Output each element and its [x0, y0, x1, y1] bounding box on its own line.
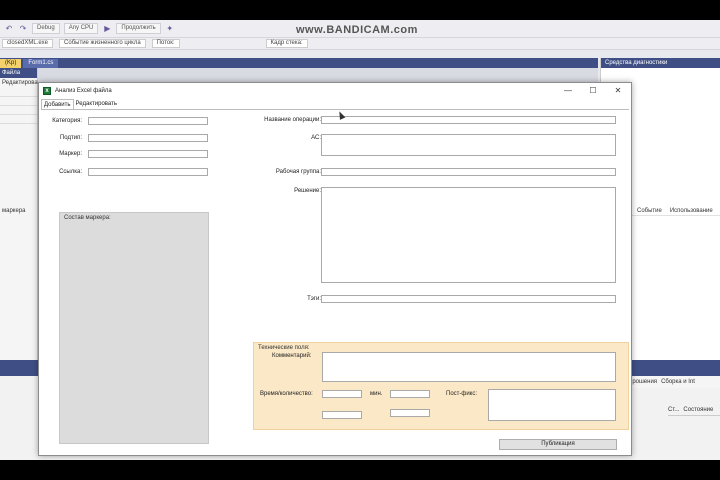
left-panel-row	[0, 115, 37, 124]
column-event[interactable]: Событие	[637, 206, 662, 215]
play-icon[interactable]: ▶	[102, 24, 112, 34]
category-label: Категория:	[52, 118, 82, 124]
dialog-titlebar[interactable]: x Анализ Excel файла — ☐ ✕	[39, 83, 631, 99]
technical-fields-group: Технические поля: Комментарий: Время/кол…	[253, 342, 629, 430]
operation-name-input[interactable]	[321, 116, 616, 124]
as-textarea[interactable]	[321, 134, 616, 156]
quantity-input-2[interactable]	[390, 409, 430, 417]
postfix-label: Пост-фикс:	[446, 391, 478, 397]
bottom-right-tabs: Прошения Сборка и Int	[628, 376, 720, 388]
doc-tab-form1[interactable]: Form1.cs	[23, 59, 59, 68]
technical-fields-title: Технические поля:	[258, 345, 310, 351]
marker-composition-title: Состав маркера:	[64, 215, 111, 221]
excel-analysis-dialog: x Анализ Excel файла — ☐ ✕ Добавить Реда…	[38, 82, 632, 456]
left-panel: Файла Редактировать маркера	[0, 68, 43, 378]
solution-textarea[interactable]	[321, 187, 616, 283]
diagnostics-header: Средства диагностики	[601, 58, 720, 68]
tab-add[interactable]: Добавить	[41, 99, 74, 109]
config-combo[interactable]: Debug	[32, 23, 60, 34]
comment-textarea[interactable]	[322, 352, 616, 382]
left-panel-label: маркера	[2, 208, 26, 214]
comment-label: Комментарий:	[272, 353, 312, 359]
document-tabs: (Kp) Form1.cs	[0, 58, 598, 68]
undo-icon[interactable]: ↶	[4, 24, 14, 34]
time-input-2[interactable]	[322, 411, 362, 419]
workgroup-input[interactable]	[321, 168, 616, 176]
publish-button[interactable]: Публикация	[499, 439, 617, 450]
doc-tab-designer[interactable]: (Kp)	[0, 59, 22, 68]
maximize-button[interactable]: ☐	[584, 86, 602, 96]
left-panel-tab[interactable]: Редактировать	[0, 78, 43, 88]
marker-composition-box: Состав маркера:	[59, 212, 209, 444]
stack-frame-combo[interactable]: Кадр стека:	[265, 39, 308, 48]
subtype-label: Подтип:	[59, 135, 82, 141]
redo-icon[interactable]: ↷	[18, 24, 28, 34]
vs-debug-row: closedXML.exe Событие жизненного цикла П…	[0, 38, 720, 50]
column-state[interactable]: Состояние	[683, 404, 713, 415]
dialog-title: Анализ Excel файла	[55, 88, 112, 94]
continue-button[interactable]: Продолжить	[116, 23, 161, 34]
column-usage[interactable]: Использование	[670, 206, 713, 215]
subtype-input[interactable]	[88, 134, 208, 142]
workgroup-label: Рабочая группа:	[275, 169, 321, 175]
tab-edit[interactable]: Редактировать	[74, 99, 119, 109]
lifecycle-event-combo[interactable]: Событие жизненного цикла	[59, 39, 146, 48]
process-combo[interactable]: closedXML.exe	[2, 39, 54, 48]
tab-build[interactable]: Сборка и Int	[661, 376, 695, 388]
platform-combo[interactable]: Any CPU	[63, 23, 99, 34]
close-button[interactable]: ✕	[609, 86, 627, 96]
as-label: АС:	[311, 135, 321, 141]
recorder-watermark: www.BANDICAM.com	[296, 24, 418, 36]
bottom-right-columns: Ст... Состояние	[668, 404, 720, 416]
minimize-button[interactable]: —	[559, 86, 577, 96]
screen: ↶ ↷ Debug Any CPU ▶ Продолжить ✦ www.BAN…	[0, 20, 720, 460]
tags-label: Тэги:	[307, 296, 321, 302]
app-icon: x	[43, 87, 51, 95]
thread-combo[interactable]: Поток:	[151, 39, 180, 48]
operation-name-label: Название операции:	[264, 117, 321, 123]
add-tab-panel: Категория: Подтип: Маркер: Ссылка: Соста…	[41, 109, 629, 453]
quantity-input[interactable]	[390, 390, 430, 398]
time-input[interactable]	[322, 390, 362, 398]
marker-input[interactable]	[88, 150, 208, 158]
column-st[interactable]: Ст...	[668, 404, 679, 415]
category-input[interactable]	[88, 117, 208, 125]
solution-label: Решение:	[294, 188, 321, 194]
postfix-textarea[interactable]	[488, 389, 616, 421]
link-label: Ссылка:	[59, 169, 82, 175]
time-quantity-label: Время/количество:	[260, 391, 313, 397]
link-input[interactable]	[88, 168, 208, 176]
left-panel-row	[0, 106, 37, 115]
marker-label: Маркер:	[59, 151, 82, 157]
minutes-label: мин.	[370, 391, 383, 397]
left-panel-row	[0, 88, 37, 97]
tab-prosheniya[interactable]: Прошения	[628, 376, 657, 388]
left-panel-header: Файла	[0, 68, 37, 78]
dialog-tabs: Добавить Редактировать	[41, 99, 119, 109]
left-panel-row	[0, 97, 37, 106]
tags-input[interactable]	[321, 295, 616, 303]
flame-icon[interactable]: ✦	[165, 24, 175, 34]
